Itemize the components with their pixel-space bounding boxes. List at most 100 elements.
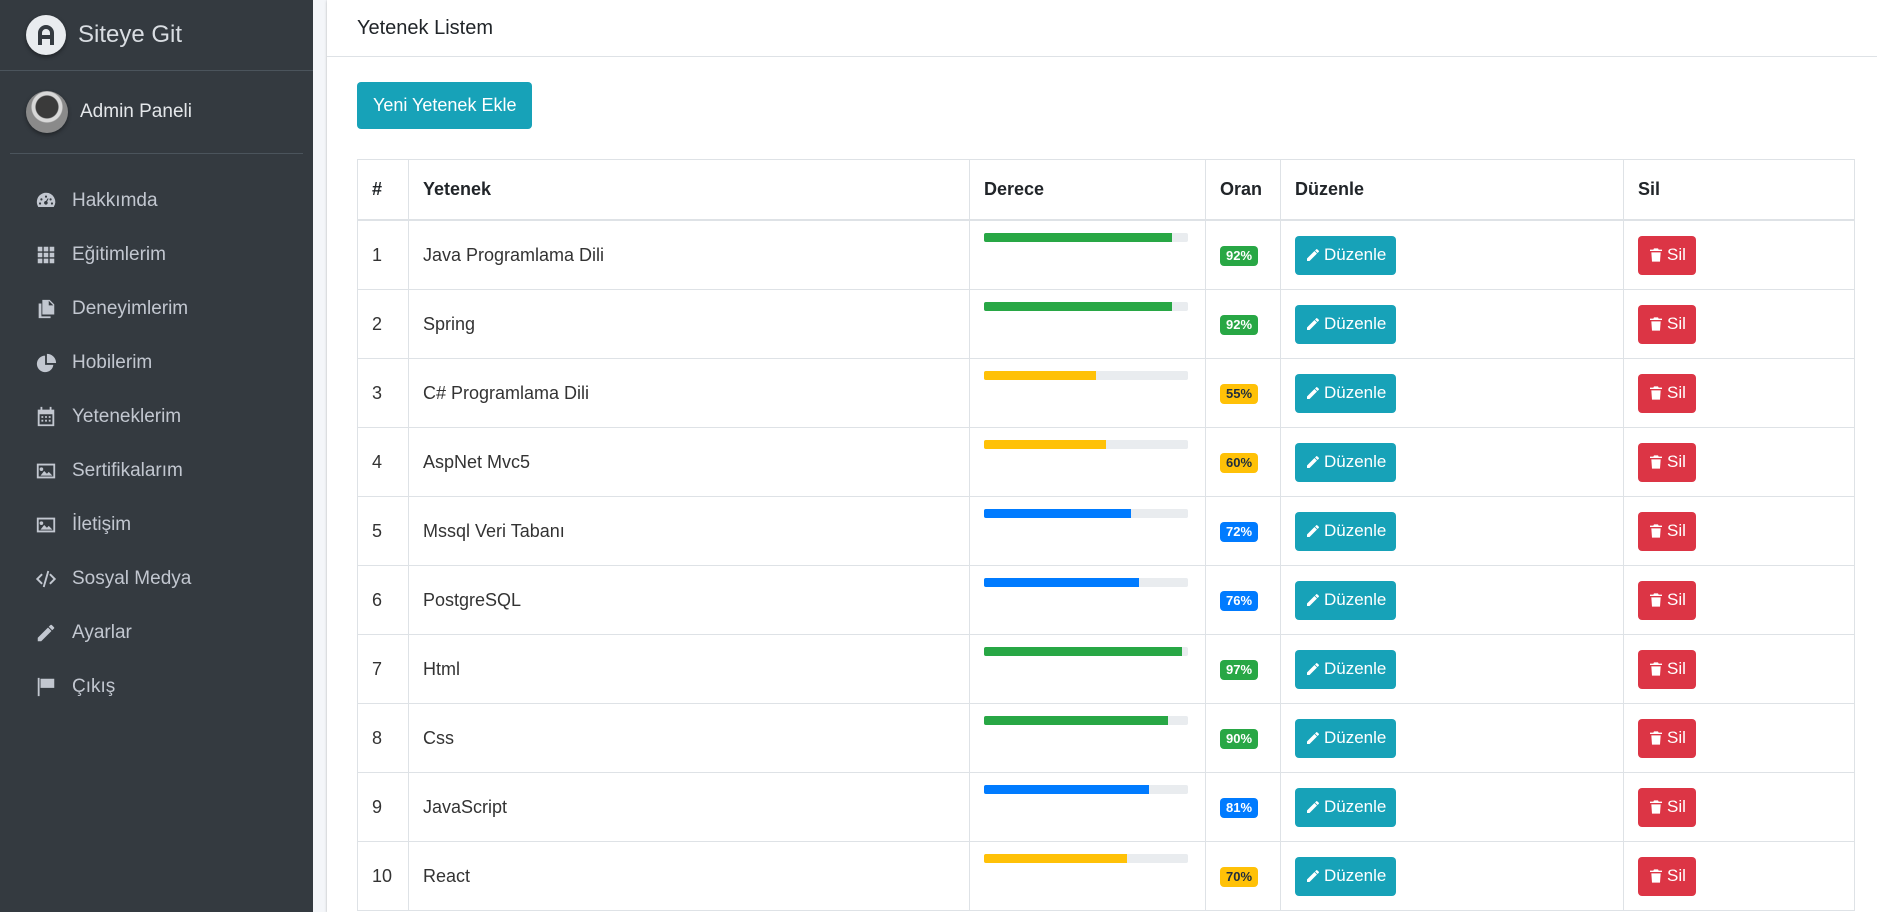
skill-rate-cell: 92% — [1205, 289, 1281, 359]
delete-button[interactable]: Sil — [1638, 442, 1696, 482]
table-row: 3 C# Programlama Dili 55% Düzenle Sil — [357, 358, 1855, 428]
column-header-number: # — [357, 159, 409, 221]
brand-link[interactable]: Siteye Git — [0, 0, 313, 71]
edit-button[interactable]: Düzenle — [1295, 787, 1397, 827]
delete-button[interactable]: Sil — [1638, 373, 1696, 413]
sidebar-item-label: Çıkış — [72, 676, 116, 697]
code-icon — [34, 567, 58, 591]
edit-button[interactable]: Düzenle — [1295, 718, 1397, 758]
sidebar-item-deneyimlerim[interactable]: Deneyimlerim — [0, 282, 313, 336]
sidebar-item-hakkimda[interactable]: Hakkımda — [0, 174, 313, 228]
edit-button[interactable]: Düzenle — [1295, 442, 1397, 482]
edit-cell: Düzenle — [1280, 219, 1624, 290]
column-header-edit: Düzenle — [1280, 159, 1624, 221]
edit-button-label: Düzenle — [1324, 452, 1387, 471]
skill-rate-badge: 72% — [1220, 522, 1259, 542]
user-panel[interactable]: Admin Paneli — [10, 71, 303, 154]
edit-button-label: Düzenle — [1324, 521, 1387, 540]
sidebar-item-egitimlerim[interactable]: Eğitimlerim — [0, 228, 313, 282]
skill-progress — [984, 854, 1188, 863]
skill-name: Spring — [408, 289, 970, 359]
sidebar-item-sertifikalarim[interactable]: Sertifikalarım — [0, 444, 313, 498]
delete-button[interactable]: Sil — [1638, 304, 1696, 344]
trash-icon — [1650, 800, 1662, 814]
sidebar-item-label: Hakkımda — [72, 190, 158, 211]
sidebar-item-hobilerim[interactable]: Hobilerim — [0, 336, 313, 390]
main-content: Yetenek Listem Yeni Yetenek Ekle # Yeten… — [313, 0, 1877, 912]
edit-button[interactable]: Düzenle — [1295, 580, 1397, 620]
skill-progress — [984, 440, 1188, 449]
edit-button[interactable]: Düzenle — [1295, 304, 1397, 344]
skill-rate-badge: 92% — [1220, 315, 1259, 335]
edit-button[interactable]: Düzenle — [1295, 649, 1397, 689]
skill-name: C# Programlama Dili — [408, 358, 970, 428]
skill-name: Java Programlama Dili — [408, 219, 970, 290]
pencil-icon — [1307, 732, 1319, 744]
skill-level-cell — [969, 772, 1206, 842]
skill-progress-bar — [984, 302, 1172, 311]
delete-button[interactable]: Sil — [1638, 649, 1696, 689]
brand-text: Siteye Git — [78, 21, 183, 48]
delete-button-label: Sil — [1667, 659, 1686, 678]
edit-button-label: Düzenle — [1324, 245, 1387, 264]
flag-icon — [34, 675, 58, 699]
delete-button-label: Sil — [1667, 590, 1686, 609]
copy-icon — [34, 297, 58, 321]
sidebar-item-iletisim[interactable]: İletişim — [0, 498, 313, 552]
delete-button[interactable]: Sil — [1638, 787, 1696, 827]
table-row: 7 Html 97% Düzenle Sil — [357, 634, 1855, 704]
sidebar-item-label: İletişim — [72, 514, 132, 535]
edit-cell: Düzenle — [1280, 358, 1624, 428]
delete-button-label: Sil — [1667, 314, 1686, 333]
delete-button[interactable]: Sil — [1638, 856, 1696, 896]
sidebar-item-cikis[interactable]: Çıkış — [0, 660, 313, 714]
table-row: 9 JavaScript 81% Düzenle Sil — [357, 772, 1855, 842]
delete-cell: Sil — [1623, 841, 1855, 911]
sidebar-item-yeteneklerim[interactable]: Yeteneklerim — [0, 390, 313, 444]
skill-name: React — [408, 841, 970, 911]
delete-button[interactable]: Sil — [1638, 511, 1696, 551]
sidebar-item-ayarlar[interactable]: Ayarlar — [0, 606, 313, 660]
skill-rate-cell: 70% — [1205, 841, 1281, 911]
edit-button-label: Düzenle — [1324, 383, 1387, 402]
edit-button[interactable]: Düzenle — [1295, 235, 1397, 275]
sidebar-item-label: Eğitimlerim — [72, 244, 166, 265]
skill-progress — [984, 509, 1188, 518]
delete-cell: Sil — [1623, 289, 1855, 359]
skills-table: # Yetenek Derece Oran Düzenle Sil 1 Java … — [357, 159, 1855, 911]
edit-button[interactable]: Düzenle — [1295, 373, 1397, 413]
skill-name: AspNet Mvc5 — [408, 427, 970, 497]
skill-rate-badge: 76% — [1220, 591, 1259, 611]
card-title: Yetenek Listem — [357, 16, 494, 39]
edit-button[interactable]: Düzenle — [1295, 856, 1397, 896]
edit-button[interactable]: Düzenle — [1295, 511, 1397, 551]
edit-cell: Düzenle — [1280, 289, 1624, 359]
table-header-row: # Yetenek Derece Oran Düzenle Sil — [357, 159, 1855, 221]
row-number: 9 — [357, 772, 409, 842]
trash-icon — [1650, 662, 1662, 676]
delete-button-label: Sil — [1667, 866, 1686, 885]
edit-cell: Düzenle — [1280, 634, 1624, 704]
delete-button[interactable]: Sil — [1638, 235, 1696, 275]
table-row: 4 AspNet Mvc5 60% Düzenle Sil — [357, 427, 1855, 497]
delete-button-label: Sil — [1667, 452, 1686, 471]
skill-progress — [984, 647, 1188, 656]
delete-button[interactable]: Sil — [1638, 718, 1696, 758]
skill-progress-bar — [984, 371, 1097, 380]
sidebar-item-label: Sosyal Medya — [72, 568, 192, 589]
delete-button-label: Sil — [1667, 521, 1686, 540]
delete-button[interactable]: Sil — [1638, 580, 1696, 620]
trash-icon — [1650, 386, 1662, 400]
sidebar-item-sosyal-medya[interactable]: Sosyal Medya — [0, 552, 313, 606]
skill-progress — [984, 716, 1188, 725]
skills-card: Yetenek Listem Yeni Yetenek Ekle # Yeten… — [327, 0, 1877, 912]
skill-level-cell — [969, 219, 1206, 290]
trash-icon — [1650, 317, 1662, 331]
edit-cell: Düzenle — [1280, 703, 1624, 773]
edit-button-label: Düzenle — [1324, 659, 1387, 678]
pencil-icon — [1307, 525, 1319, 537]
table-row: 10 React 70% Düzenle Sil — [357, 841, 1855, 911]
edit-cell: Düzenle — [1280, 496, 1624, 566]
add-skill-button[interactable]: Yeni Yetenek Ekle — [357, 82, 533, 129]
pencil-icon — [1307, 318, 1319, 330]
